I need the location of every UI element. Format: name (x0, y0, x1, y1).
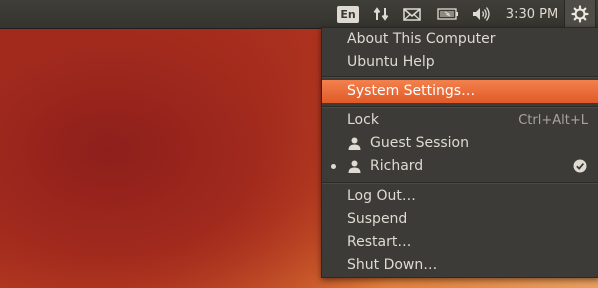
battery-indicator[interactable] (434, 0, 462, 28)
menu-separator (322, 182, 598, 184)
menu-item-shut-down[interactable]: Shut Down… (322, 254, 598, 277)
menu-item-suspend-label: Suspend (347, 211, 408, 227)
menu-item-user-label: Richard (370, 158, 424, 174)
menu-separator (322, 76, 598, 78)
user-icon (348, 160, 361, 173)
volume-indicator[interactable] (468, 0, 494, 28)
menu-item-lock[interactable]: Lock Ctrl+Alt+L (322, 109, 598, 132)
keyboard-layout-label: En (337, 5, 359, 23)
menu-item-help-label: Ubuntu Help (347, 54, 435, 70)
menu-item-system-settings[interactable]: System Settings… (322, 80, 598, 103)
volume-icon (473, 7, 490, 21)
menu-item-guest-session-label: Guest Session (370, 135, 469, 151)
lock-shortcut-label: Ctrl+Alt+L (518, 113, 588, 128)
menu-separator (322, 106, 598, 108)
gear-icon (571, 5, 589, 23)
menu-item-log-out-label: Log Out… (347, 188, 416, 204)
menu-item-restart[interactable]: Restart… (322, 231, 598, 254)
checkmark-icon (573, 159, 587, 173)
menu-item-about[interactable]: About This Computer (322, 28, 598, 51)
battery-icon (437, 8, 458, 20)
top-panel: En 3:30 PM (0, 0, 598, 29)
menu-item-help[interactable]: Ubuntu Help (322, 51, 598, 74)
menu-item-system-settings-label: System Settings… (347, 83, 476, 99)
messaging-indicator[interactable] (400, 0, 424, 28)
mail-icon (403, 7, 421, 21)
menu-item-about-label: About This Computer (347, 31, 496, 47)
session-menu-button[interactable] (564, 0, 596, 28)
menu-item-restart-label: Restart… (347, 234, 412, 250)
menu-item-user-richard[interactable]: Richard (322, 155, 598, 178)
active-user-bullet-icon (331, 164, 336, 169)
network-indicator[interactable] (370, 0, 392, 28)
clock-label: 3:30 PM (505, 6, 559, 22)
network-icon (373, 7, 389, 21)
menu-item-log-out[interactable]: Log Out… (322, 185, 598, 208)
keyboard-layout-indicator[interactable]: En (337, 0, 359, 28)
session-menu: About This Computer Ubuntu Help System S… (321, 27, 598, 278)
user-icon (348, 137, 361, 150)
clock-indicator[interactable]: 3:30 PM (502, 0, 562, 28)
menu-item-lock-label: Lock (347, 112, 379, 128)
menu-item-shut-down-label: Shut Down… (347, 257, 438, 273)
menu-item-suspend[interactable]: Suspend (322, 208, 598, 231)
menu-item-guest-session[interactable]: Guest Session (322, 132, 598, 155)
